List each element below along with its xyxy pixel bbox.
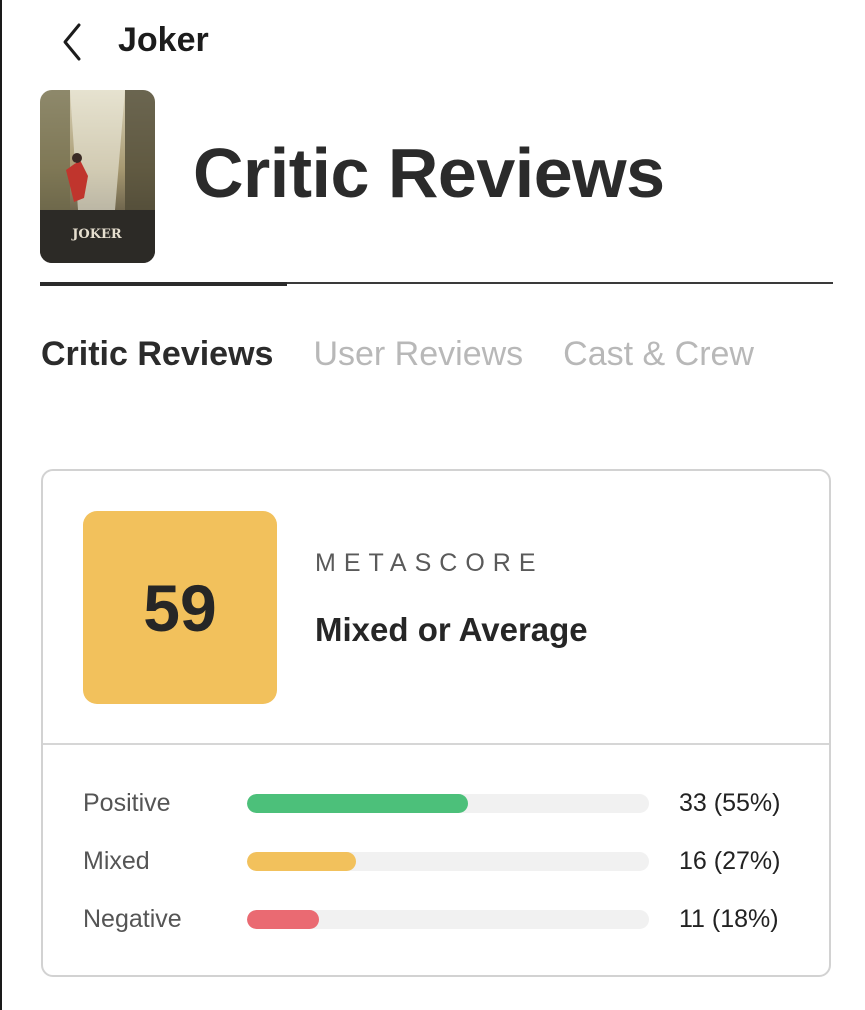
distribution-count: 16 (27%) [679, 847, 781, 875]
poster-title-text: JOKER [71, 227, 122, 242]
window-edge [0, 0, 2, 1010]
movie-poster[interactable]: JOKER [40, 90, 155, 263]
distribution-bar-fill [247, 794, 468, 813]
chevron-left-icon [63, 23, 81, 61]
distribution-bar-track [247, 794, 649, 813]
page-title: Critic Reviews [193, 134, 665, 212]
distribution-count: 33 (55%) [679, 789, 781, 817]
metascore-card: 59 METASCORE Mixed or Average Positive 3… [41, 469, 831, 977]
distribution-bar-track [247, 852, 649, 871]
distribution-bar-track [247, 910, 649, 929]
distribution-label: Positive [83, 789, 171, 817]
distribution-row-mixed: Mixed 16 (27%) [83, 841, 803, 881]
distribution-count: 11 (18%) [679, 905, 779, 933]
tab-user-reviews[interactable]: User Reviews [313, 330, 523, 378]
distribution-label: Negative [83, 905, 182, 933]
tab-critic-reviews[interactable]: Critic Reviews [41, 330, 273, 378]
distribution-bar-fill [247, 852, 356, 871]
metascore-label: METASCORE [315, 549, 544, 577]
distribution-label: Mixed [83, 847, 150, 875]
back-button[interactable] [50, 20, 94, 64]
metascore-verdict: Mixed or Average [315, 611, 588, 648]
header-divider-active-segment [40, 282, 287, 286]
distribution-row-positive: Positive 33 (55%) [83, 783, 803, 823]
tab-bar: Critic Reviews User Reviews Cast & Crew [41, 330, 754, 378]
nav-title: Joker [118, 21, 209, 59]
metascore-value: 59 [143, 570, 217, 645]
distribution-row-negative: Negative 11 (18%) [83, 899, 803, 939]
poster-image: JOKER [40, 90, 155, 263]
distribution-bar-fill [247, 910, 319, 929]
card-divider [43, 743, 829, 745]
tab-cast-crew[interactable]: Cast & Crew [563, 330, 754, 378]
metascore-badge: 59 [83, 511, 277, 704]
